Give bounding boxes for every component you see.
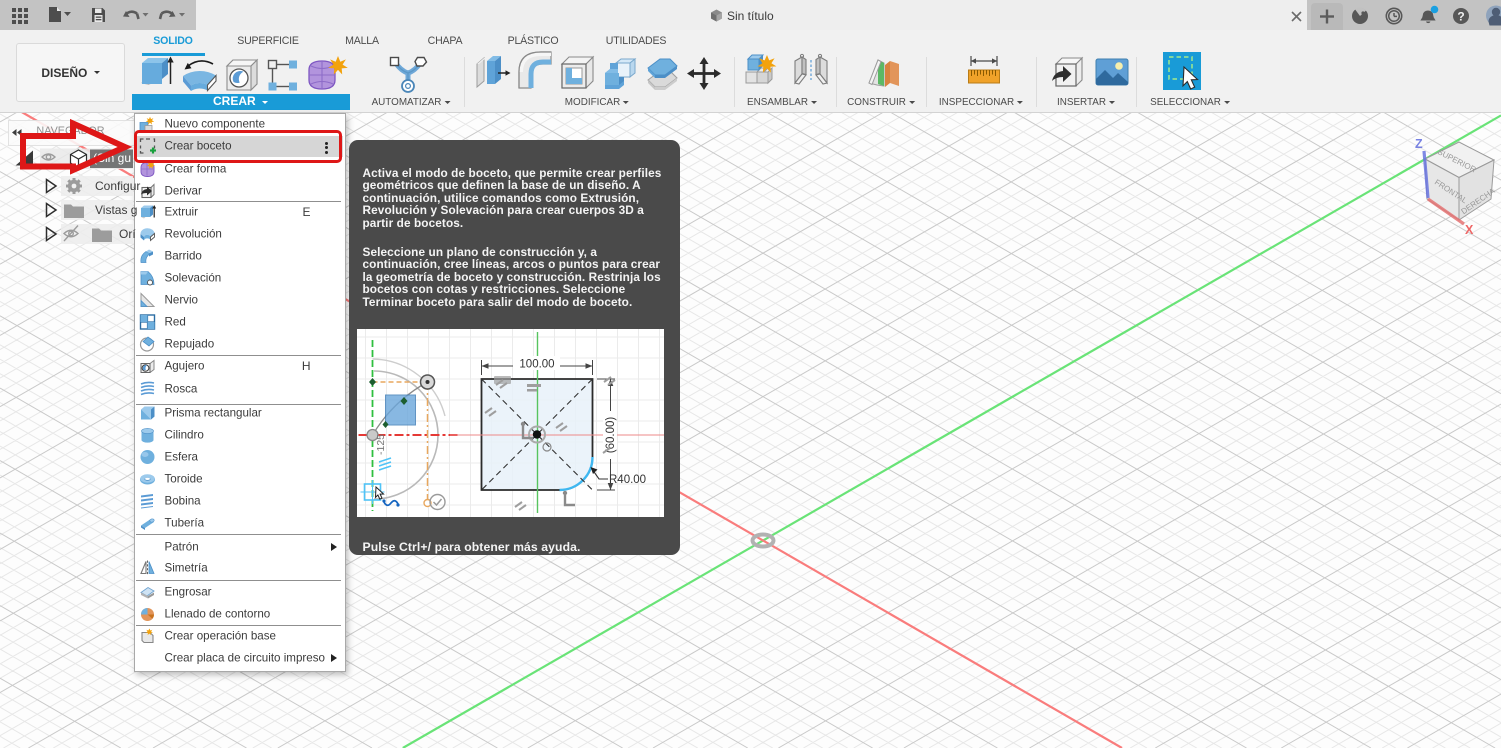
- svg-text:(60.00): (60.00): [605, 417, 617, 454]
- svg-text:R40.00: R40.00: [609, 474, 646, 486]
- svg-text:X: X: [1465, 223, 1474, 237]
- svg-text:Z: Z: [1415, 137, 1423, 151]
- svg-text:100.00: 100.00: [519, 359, 554, 371]
- svg-text:?: ?: [1457, 9, 1464, 23]
- svg-text:-125: -125: [375, 434, 387, 455]
